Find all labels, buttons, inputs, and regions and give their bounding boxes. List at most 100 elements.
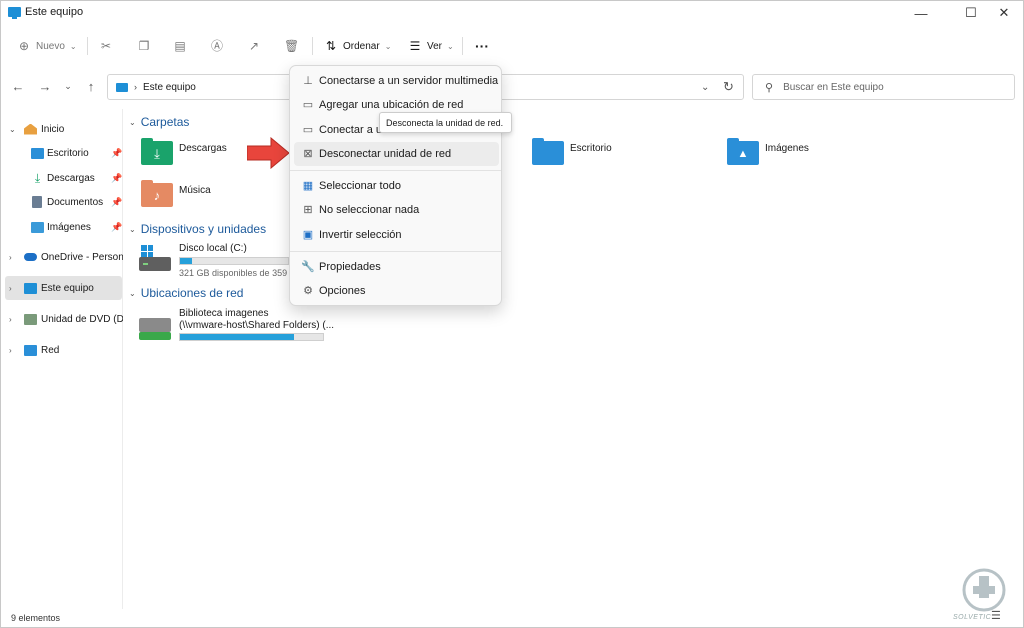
collapse-chevron-icon[interactable]: ⌄ [129,225,136,234]
drive-free-space: 321 GB disponibles de 359 G [179,268,297,278]
up-arrow-icon[interactable]: ↑ [82,77,100,95]
view-button[interactable]: ☰ Ver ⌄ [408,31,454,61]
sidebar-item-home[interactable]: ⌄ Inicio [1,117,123,141]
expand-chevron-icon[interactable]: › [9,315,12,324]
more-options-button[interactable]: ··· [475,31,489,61]
drive-c[interactable]: Disco local (C:) 321 GB disponibles de 3… [139,241,297,281]
section-folders[interactable]: ⌄ Carpetas [129,114,189,130]
sidebar-item-label: Imágenes [47,221,91,233]
breadcrumb[interactable]: Este equipo [143,82,196,93]
rename-button[interactable]: Ⓐ [210,31,224,61]
chevron-down-icon: ⌄ [69,41,77,51]
invert-selection-icon: ▣ [302,229,314,241]
network-location-path: (\\vmware-host\Shared Folders) (... [179,320,335,331]
file-explorer-window: Este equipo — ☐ ✕ ⊕ Nuevo ⌄ ✂ ❐ ▤ Ⓐ ↗ 🗑 … [0,0,1024,628]
section-title: Dispositivos y unidades [140,222,267,236]
refresh-icon[interactable]: ↻ [723,79,734,95]
delete-button[interactable]: 🗑 [284,31,299,61]
collapse-chevron-icon[interactable]: ⌄ [129,289,136,298]
section-network[interactable]: ⌄ Ubicaciones de red [129,285,243,301]
sidebar-item-documents[interactable]: Documentos 📌 [1,190,123,214]
expand-chevron-icon[interactable]: ⌄ [9,125,16,134]
menu-item-invert-selection[interactable]: ▣ Invertir selección [294,223,499,247]
title-bar: Este equipo — ☐ ✕ [1,1,1023,25]
collapse-chevron-icon[interactable]: ⌄ [129,118,136,127]
documents-icon [32,196,42,208]
folder-downloads[interactable]: ⤓ Descargas [141,138,261,173]
minimize-button[interactable]: — [898,1,944,25]
desktop-icon [31,147,44,159]
network-icon [24,344,37,356]
downloads-folder-icon: ⤓ [141,138,173,165]
sort-button[interactable]: ⇅ Ordenar ⌄ [324,31,391,61]
folder-desktop[interactable]: Escritorio [532,138,652,173]
network-drive-base-icon [139,332,171,340]
menu-item-properties[interactable]: 🔧 Propiedades [294,255,499,279]
expand-chevron-icon[interactable]: › [9,284,12,293]
pictures-icon [31,221,44,233]
folder-pictures[interactable]: ▲ Imágenes [727,138,847,173]
address-history-chevron-icon[interactable]: ⌄ [701,82,709,93]
sidebar-item-pictures[interactable]: Imágenes 📌 [1,215,123,239]
copy-button[interactable]: ❐ [137,31,151,61]
network-usage-bar [179,333,324,341]
cloud-icon [24,253,37,261]
hard-drive-icon [139,257,171,271]
menu-divider [290,170,501,171]
back-arrow-icon[interactable]: ← [9,77,27,95]
sidebar-item-downloads[interactable]: ⤓ Descargas 📌 [1,166,123,190]
menu-item-select-none[interactable]: ⊞ No seleccionar nada [294,198,499,222]
home-icon [24,123,37,135]
share-button[interactable]: ↗ [247,31,261,61]
sidebar-item-label: Descargas [47,172,95,184]
select-all-icon: ▦ [302,180,314,192]
pin-icon[interactable]: 📌 [111,173,122,184]
sidebar-item-dvd[interactable]: › Unidad de DVD (D:) [1,307,123,331]
tooltip: Desconecta la unidad de red. [379,112,512,133]
sidebar-item-this-pc[interactable]: › Este equipo [5,276,122,300]
section-devices[interactable]: ⌄ Dispositivos y unidades [129,221,266,237]
menu-item-label: Seleccionar todo [319,180,401,192]
command-bar: ⊕ Nuevo ⌄ ✂ ❐ ▤ Ⓐ ↗ 🗑 ⇅ Ordenar ⌄ ☰ Ver … [1,31,1023,61]
sidebar-item-label: Documentos [47,196,104,208]
menu-item-label: Opciones [319,285,366,297]
menu-item-options[interactable]: ⚙ Opciones [294,279,499,303]
rename-icon: Ⓐ [210,39,223,53]
close-button[interactable]: ✕ [981,1,1024,25]
sidebar-item-desktop[interactable]: Escritorio 📌 [1,141,123,165]
desktop-folder-icon [532,138,564,165]
pin-icon[interactable]: 📌 [111,197,122,208]
sidebar-item-network[interactable]: › Red [1,338,123,362]
search-icon: ⚲ [765,81,774,94]
recent-locations-chevron-icon[interactable]: ⌄ [59,77,77,95]
disconnect-drive-icon: ⊠ [303,148,313,160]
search-input[interactable]: ⚲ Buscar en Este equipo [752,74,1015,100]
sidebar-item-label: Este equipo [41,282,94,294]
pc-icon [24,282,37,294]
sort-button-label: Ordenar [343,40,380,52]
breadcrumb-chevron-icon[interactable]: › [134,82,137,92]
new-button[interactable]: ⊕ Nuevo ⌄ [17,31,77,61]
windows-logo-icon [141,245,153,257]
chevron-down-icon: ⌄ [384,41,392,51]
menu-item-select-all[interactable]: ▦ Seleccionar todo [294,174,499,198]
pin-icon[interactable]: 📌 [111,222,122,233]
network-drive-icon [139,318,171,332]
copy-icon: ❐ [138,39,150,53]
pin-icon[interactable]: 📌 [111,148,122,159]
expand-chevron-icon[interactable]: › [9,346,12,355]
folder-label: Música [179,185,211,196]
folder-music[interactable]: ♪ Música [141,180,261,215]
gear-icon: ⚙ [303,285,313,297]
network-location-library[interactable]: Biblioteca imagenes (\\vmware-host\Share… [139,306,334,346]
expand-chevron-icon[interactable]: › [9,253,12,262]
share-icon: ↗ [248,39,260,53]
menu-item-connect-media-server[interactable]: ⊥ Conectarse a un servidor multimedia [294,69,499,93]
paste-button[interactable]: ▤ [173,31,187,61]
cut-button[interactable]: ✂ [99,31,113,61]
section-title: Ubicaciones de red [140,286,244,300]
sidebar-item-label: OneDrive - Personal [41,251,123,263]
forward-arrow-icon[interactable]: → [36,77,54,95]
menu-item-disconnect-network-drive[interactable]: ⊠ Desconectar unidad de red [294,142,499,166]
sidebar-item-onedrive[interactable]: › OneDrive - Personal [1,245,123,269]
